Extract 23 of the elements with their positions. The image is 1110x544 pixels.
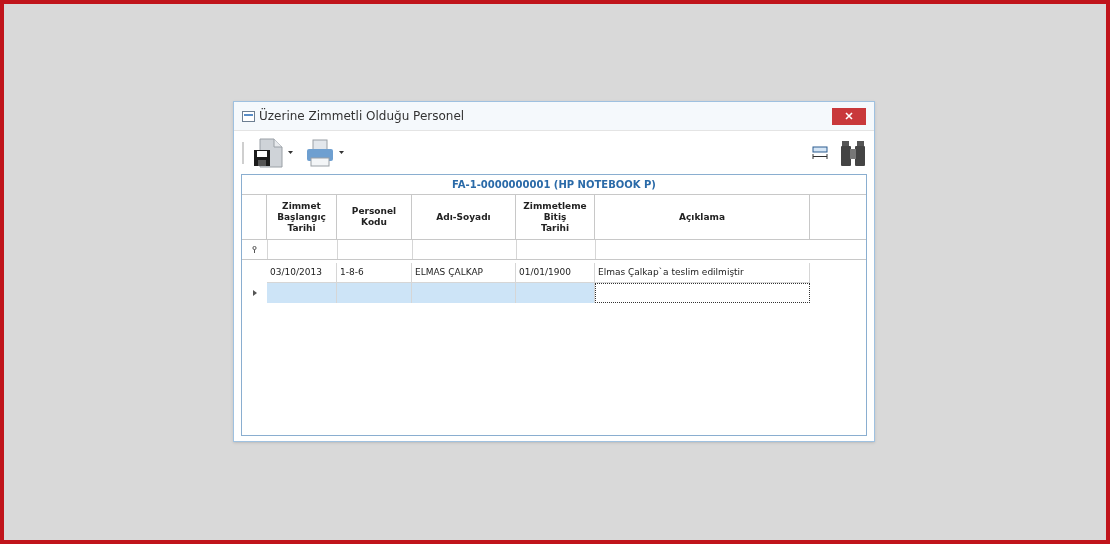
table-cell: ELMAS ÇALKAP — [412, 263, 516, 283]
filter-icon[interactable] — [252, 246, 257, 253]
window-title: Üzerine Zimmetli Olduğu Personel — [259, 107, 465, 125]
new-row-cell[interactable] — [595, 283, 810, 303]
save-document-icon[interactable] — [252, 137, 284, 168]
row-indicator-icon — [252, 290, 257, 296]
table-cell: Elmas Çalkap`a teslim edilmiştir — [595, 263, 810, 283]
table-cell: 01/01/1900 — [516, 263, 595, 283]
table-cell: 1-8-6 — [337, 263, 412, 283]
column-header[interactable]: Açıklama — [595, 195, 810, 239]
column-width-icon[interactable] — [812, 145, 828, 160]
grid-title: FA-1-0000000001 (HP NOTEBOOK P) — [242, 175, 866, 195]
window-icon — [242, 110, 255, 122]
column-header[interactable]: Zimmetleme Bitiş Tarihi — [516, 195, 595, 239]
binoculars-icon[interactable] — [840, 138, 866, 167]
close-button[interactable] — [832, 107, 866, 125]
table-cell: 03/10/2013 — [267, 263, 337, 283]
column-header[interactable]: Adı-Soyadı — [412, 195, 516, 239]
column-header[interactable]: Zimmet Başlangıç Tarihi — [267, 195, 337, 239]
dropdown-caret-icon[interactable] — [339, 151, 344, 154]
dropdown-caret-icon[interactable] — [288, 151, 293, 154]
column-header[interactable]: Personel Kodu — [337, 195, 412, 239]
close-icon[interactable] — [845, 112, 853, 120]
